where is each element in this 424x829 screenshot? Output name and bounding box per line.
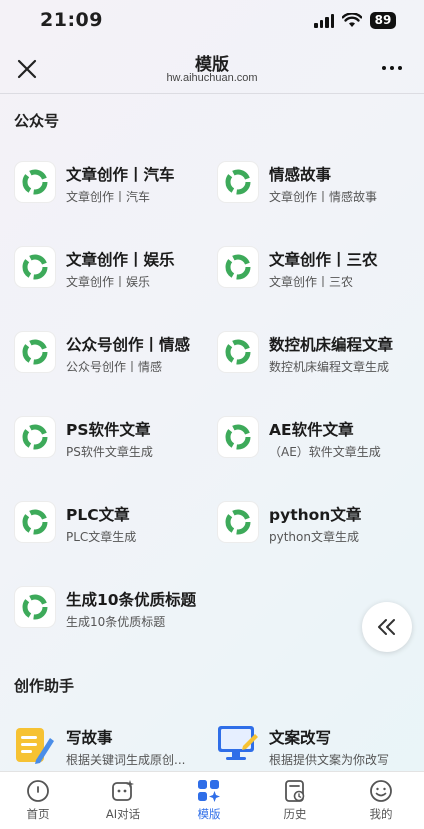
template-title: 生成10条优质标题: [66, 591, 197, 609]
template-title: 文案改写: [269, 729, 332, 747]
bottom-tab-bar: 首页 AI对话 模版 历史 我的: [0, 771, 424, 829]
template-item[interactable]: 文章创作丨三农 文章创作丨三农: [217, 246, 417, 294]
template-desc: 数控机床编程文章生成: [269, 360, 390, 374]
template-desc: （AE）软件文章生成: [269, 445, 381, 459]
page-background: [0, 0, 424, 829]
template-title: 文章创作丨汽车: [66, 166, 175, 184]
template-desc: 文章创作丨娱乐: [66, 275, 151, 289]
tab-home[interactable]: 首页: [8, 778, 68, 824]
template-item[interactable]: PS软件文章 PS软件文章生成: [14, 416, 214, 464]
template-title: 写故事: [66, 729, 113, 747]
signal-icon: [314, 13, 334, 28]
profile-icon: [370, 780, 392, 802]
template-title: AE软件文章: [269, 421, 354, 439]
app-logo-icon: [14, 161, 56, 203]
collapse-button[interactable]: [362, 602, 412, 652]
app-logo-icon: [14, 586, 56, 628]
more-button[interactable]: [382, 60, 406, 76]
template-title: PS软件文章: [66, 421, 151, 439]
section-title-assistant: 创作助手: [14, 677, 75, 695]
app-logo-icon: [217, 331, 259, 373]
template-desc: 根据关键词生成原创...: [66, 753, 186, 767]
tab-label: 我的: [369, 807, 393, 821]
tab-label: 首页: [26, 807, 50, 821]
template-desc: 公众号创作丨情感: [66, 360, 163, 374]
app-logo-icon: [14, 246, 56, 288]
template-title: 文章创作丨娱乐: [66, 251, 175, 269]
app-logo-icon: [14, 331, 56, 373]
template-desc: python文章生成: [269, 530, 359, 544]
history-icon: [285, 780, 305, 802]
template-title: python文章: [269, 506, 362, 524]
tab-ai-chat[interactable]: AI对话: [93, 778, 153, 824]
ai-chat-icon: [112, 780, 134, 801]
double-chevron-left-icon: [378, 619, 395, 635]
template-title: 公众号创作丨情感: [66, 336, 191, 354]
template-item[interactable]: 情感故事 文章创作丨情感故事: [217, 161, 417, 209]
status-icons: 89: [314, 12, 396, 29]
template-item[interactable]: AE软件文章 （AE）软件文章生成: [217, 416, 417, 464]
tab-label: 历史: [283, 807, 307, 821]
app-logo-icon: [217, 246, 259, 288]
page-url: hw.aihuchuan.com: [166, 72, 258, 84]
app-logo-icon: [217, 161, 259, 203]
more-dot: [382, 66, 386, 70]
template-item[interactable]: 生成10条优质标题 生成10条优质标题: [14, 586, 214, 634]
tab-template[interactable]: 模版: [179, 778, 239, 824]
template-item[interactable]: 文案改写 根据提供文案为你改写: [217, 724, 417, 772]
app-logo-icon: [14, 501, 56, 543]
template-item[interactable]: 文章创作丨汽车 文章创作丨汽车: [14, 161, 214, 209]
app-logo-icon: [217, 416, 259, 458]
template-desc: 文章创作丨情感故事: [269, 190, 378, 204]
template-desc: 生成10条优质标题: [66, 615, 166, 629]
template-desc: 文章创作丨三农: [269, 275, 354, 289]
template-icon: [198, 780, 220, 802]
template-desc: 根据提供文案为你改写: [269, 753, 390, 767]
template-item[interactable]: PLC文章 PLC文章生成: [14, 501, 214, 549]
template-desc: PS软件文章生成: [66, 445, 153, 459]
template-desc: PLC文章生成: [66, 530, 137, 544]
template-item[interactable]: 公众号创作丨情感 公众号创作丨情感: [14, 331, 214, 379]
tab-history[interactable]: 历史: [265, 778, 325, 824]
tab-label: AI对话: [105, 807, 141, 821]
template-item[interactable]: python文章 python文章生成: [217, 501, 417, 549]
section-title-gongzhonghao: 公众号: [14, 112, 60, 130]
template-title: 情感故事: [269, 166, 332, 184]
monitor-edit-icon: [217, 724, 259, 766]
tab-profile[interactable]: 我的: [351, 778, 411, 824]
more-dot: [398, 66, 402, 70]
header: 模版 hw.aihuchuan.com: [0, 44, 424, 92]
more-dot: [390, 66, 394, 70]
template-desc: 文章创作丨汽车: [66, 190, 151, 204]
status-bar: 21:09 89: [0, 0, 424, 44]
tab-label: 模版: [197, 807, 221, 821]
header-divider: [0, 93, 424, 94]
template-item[interactable]: 文章创作丨娱乐 文章创作丨娱乐: [14, 246, 214, 294]
home-icon: [27, 780, 49, 802]
app-logo-icon: [14, 416, 56, 458]
status-time: 21:09: [40, 9, 103, 31]
battery-indicator: 89: [370, 12, 396, 29]
wifi-icon: [342, 13, 362, 27]
template-item[interactable]: 数控机床编程文章 数控机床编程文章生成: [217, 331, 417, 379]
app-logo-icon: [217, 501, 259, 543]
template-title: 数控机床编程文章: [269, 336, 394, 354]
template-title: 文章创作丨三农: [269, 251, 378, 269]
notepad-pencil-icon: [14, 724, 56, 766]
template-item[interactable]: 写故事 根据关键词生成原创...: [14, 724, 214, 772]
template-title: PLC文章: [66, 506, 130, 524]
